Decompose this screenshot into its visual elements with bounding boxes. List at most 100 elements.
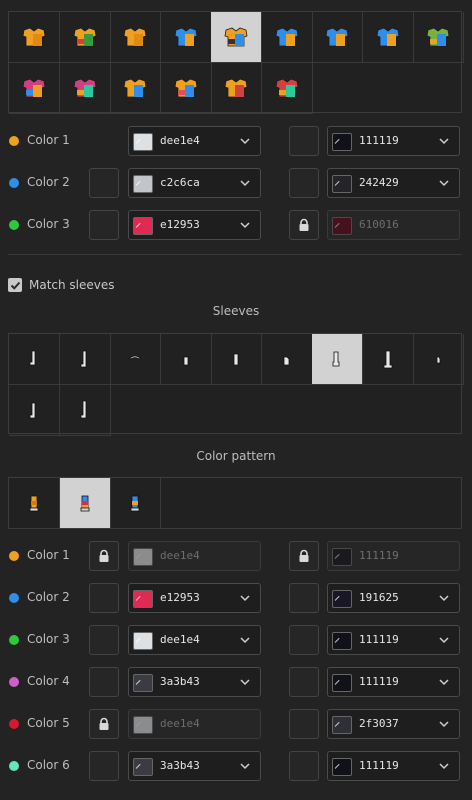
hex-value: 191625: [359, 591, 399, 604]
pattern-option-2[interactable]: [59, 478, 111, 529]
secondary-lock-toggle[interactable]: [289, 751, 319, 781]
top-icon-5: [224, 27, 248, 47]
top-option-3[interactable]: [110, 12, 161, 63]
hex-value: 3a3b43: [160, 675, 200, 688]
color-dot: [9, 719, 19, 729]
top-option-10[interactable]: [9, 62, 60, 114]
color-swatch: [133, 217, 153, 235]
color-swatch: [332, 716, 352, 734]
color-swatch: [133, 175, 153, 193]
sleeve-option-11[interactable]: [59, 384, 111, 436]
sleeve-icon-6: [283, 356, 289, 366]
chevron-down-icon: [240, 180, 250, 187]
color-swatch: [332, 632, 352, 650]
color-swatch: [332, 674, 352, 692]
primary-lock-toggle[interactable]: [89, 751, 119, 781]
top-option-6[interactable]: [261, 12, 313, 63]
chevron-down-icon: [439, 679, 449, 686]
primary-lock-toggle[interactable]: [89, 625, 119, 655]
secondary-lock-toggle[interactable]: [289, 625, 319, 655]
hex-value: dee1e4: [160, 717, 200, 730]
hex-value: dee1e4: [160, 633, 200, 646]
color-dot: [9, 220, 19, 230]
secondary-lock-button[interactable]: [289, 541, 319, 571]
secondary-lock-toggle[interactable]: [289, 126, 319, 156]
secondary-color-select[interactable]: 111119: [327, 751, 460, 781]
pattern-option-1[interactable]: [9, 478, 60, 529]
top-icon-3: [123, 27, 147, 47]
color-label: Color 1: [27, 133, 70, 147]
sleeve-option-2[interactable]: [59, 334, 111, 385]
lock-icon: [299, 549, 309, 562]
checkmark-icon: [10, 281, 20, 290]
color-label: Color 4: [27, 674, 70, 688]
color-label: Color 3: [27, 632, 70, 646]
top-option-8[interactable]: [362, 12, 414, 63]
color-swatch: [332, 758, 352, 776]
color-dot: [9, 178, 19, 188]
secondary-lock-toggle[interactable]: [289, 583, 319, 613]
secondary-color-select[interactable]: 111119: [327, 126, 460, 156]
sleeve-option-6[interactable]: [261, 334, 313, 385]
primary-color-select[interactable]: e12953: [128, 210, 261, 240]
top-option-14[interactable]: [211, 62, 262, 114]
secondary-lock-toggle[interactable]: [289, 168, 319, 198]
top-option-9[interactable]: [413, 12, 464, 63]
top-option-13[interactable]: [160, 62, 212, 114]
primary-lock-toggle[interactable]: [89, 583, 119, 613]
sleeve-option-9[interactable]: [413, 334, 464, 385]
top-option-11[interactable]: [59, 62, 111, 114]
sleeve-option-1[interactable]: [9, 334, 60, 385]
sleeve-option-5[interactable]: [211, 334, 262, 385]
sleeve-option-10[interactable]: [9, 384, 60, 436]
top-option-4[interactable]: [160, 12, 212, 63]
color-dot: [9, 677, 19, 687]
sleeve-option-4[interactable]: [160, 334, 212, 385]
sleeve-option-8[interactable]: [362, 334, 414, 385]
primary-color-select[interactable]: dee1e4: [128, 625, 261, 655]
secondary-color-select[interactable]: 191625: [327, 583, 460, 613]
match-sleeves-checkbox[interactable]: [8, 278, 22, 292]
primary-lock-toggle[interactable]: [89, 667, 119, 697]
top-icon-1: [22, 27, 46, 47]
tops-grid: [8, 11, 464, 114]
hex-value: 111119: [359, 549, 399, 562]
primary-color-select[interactable]: c2c6ca: [128, 168, 261, 198]
pattern_colors-row-3: Color 3 dee1e4 111119: [0, 625, 472, 655]
top-option-2[interactable]: [59, 12, 111, 63]
sleeve-option-3[interactable]: [110, 334, 161, 385]
color-swatch: [133, 590, 153, 608]
secondary-color-select[interactable]: 111119: [327, 625, 460, 655]
color-label: Color 1: [27, 548, 70, 562]
top-option-5[interactable]: [211, 12, 262, 63]
sleeve-icon-8: [383, 350, 392, 369]
primary-color-select[interactable]: 3a3b43: [128, 667, 261, 697]
primary-color-select[interactable]: 3a3b43: [128, 751, 261, 781]
top-icon-7: [325, 27, 349, 47]
secondary-lock-button[interactable]: [289, 210, 319, 240]
primary-lock-button[interactable]: [89, 541, 119, 571]
color-swatch: [133, 674, 153, 692]
secondary-color-select[interactable]: 2f3037: [327, 709, 460, 739]
top-option-12[interactable]: [110, 62, 161, 114]
secondary-color-select[interactable]: 111119: [327, 667, 460, 697]
top-icon-8: [376, 27, 399, 47]
secondary-lock-toggle[interactable]: [289, 709, 319, 739]
color-swatch: [332, 133, 352, 151]
primary-lock-toggle[interactable]: [89, 168, 119, 198]
top-option-1[interactable]: [9, 12, 60, 63]
primary-color-select[interactable]: dee1e4: [128, 126, 261, 156]
top-option-7[interactable]: [312, 12, 363, 63]
primary-lock-toggle[interactable]: [89, 210, 119, 240]
hex-value: 111119: [359, 759, 399, 772]
color-swatch: [133, 133, 153, 151]
lock-icon: [299, 218, 309, 231]
primary-lock-button[interactable]: [89, 709, 119, 739]
secondary-color-select[interactable]: 242429: [327, 168, 460, 198]
primary-color-select[interactable]: e12953: [128, 583, 261, 613]
sleeve-option-7[interactable]: [312, 334, 363, 385]
pattern-option-3[interactable]: [110, 478, 161, 529]
top-option-15[interactable]: [261, 62, 313, 114]
secondary-lock-toggle[interactable]: [289, 667, 319, 697]
chevron-down-icon: [240, 679, 250, 686]
